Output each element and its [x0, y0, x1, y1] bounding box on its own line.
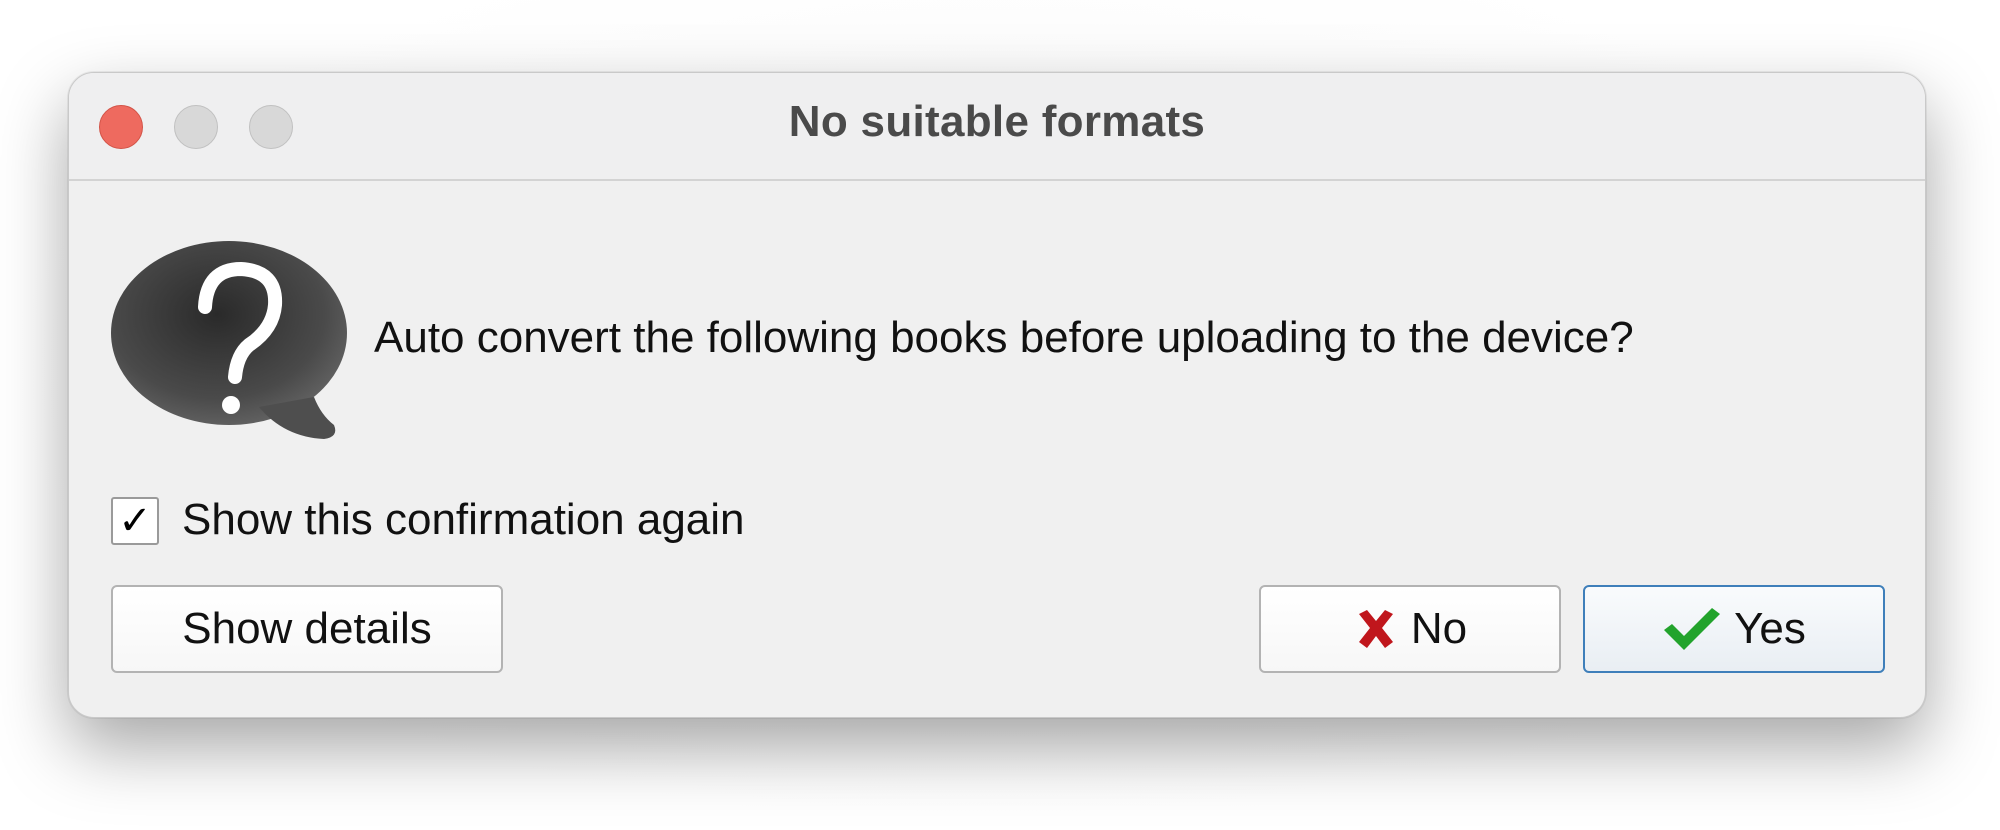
- show-details-label: Show details: [182, 604, 432, 653]
- no-button[interactable]: No: [1259, 585, 1561, 673]
- window-title: No suitable formats: [788, 97, 1206, 146]
- green-checkmark-icon: [1664, 608, 1721, 650]
- red-x-icon: [1358, 610, 1393, 648]
- title-bar: No suitable formats: [69, 73, 1925, 181]
- dialog-window: No suitable formats Auto convert the fol…: [68, 72, 1926, 718]
- show-confirmation-label[interactable]: Show this confirmation again: [182, 495, 745, 545]
- dialog-message: Auto convert the following books before …: [374, 313, 1634, 362]
- yes-button-label: Yes: [1734, 604, 1806, 653]
- yes-button[interactable]: Yes: [1583, 585, 1885, 673]
- show-confirmation-checkbox[interactable]: ✓: [111, 497, 159, 545]
- question-bubble-icon: [111, 241, 347, 439]
- no-button-label: No: [1410, 604, 1468, 653]
- show-details-button[interactable]: Show details: [111, 585, 503, 673]
- desktop-background: No suitable formats Auto convert the fol…: [0, 0, 2000, 830]
